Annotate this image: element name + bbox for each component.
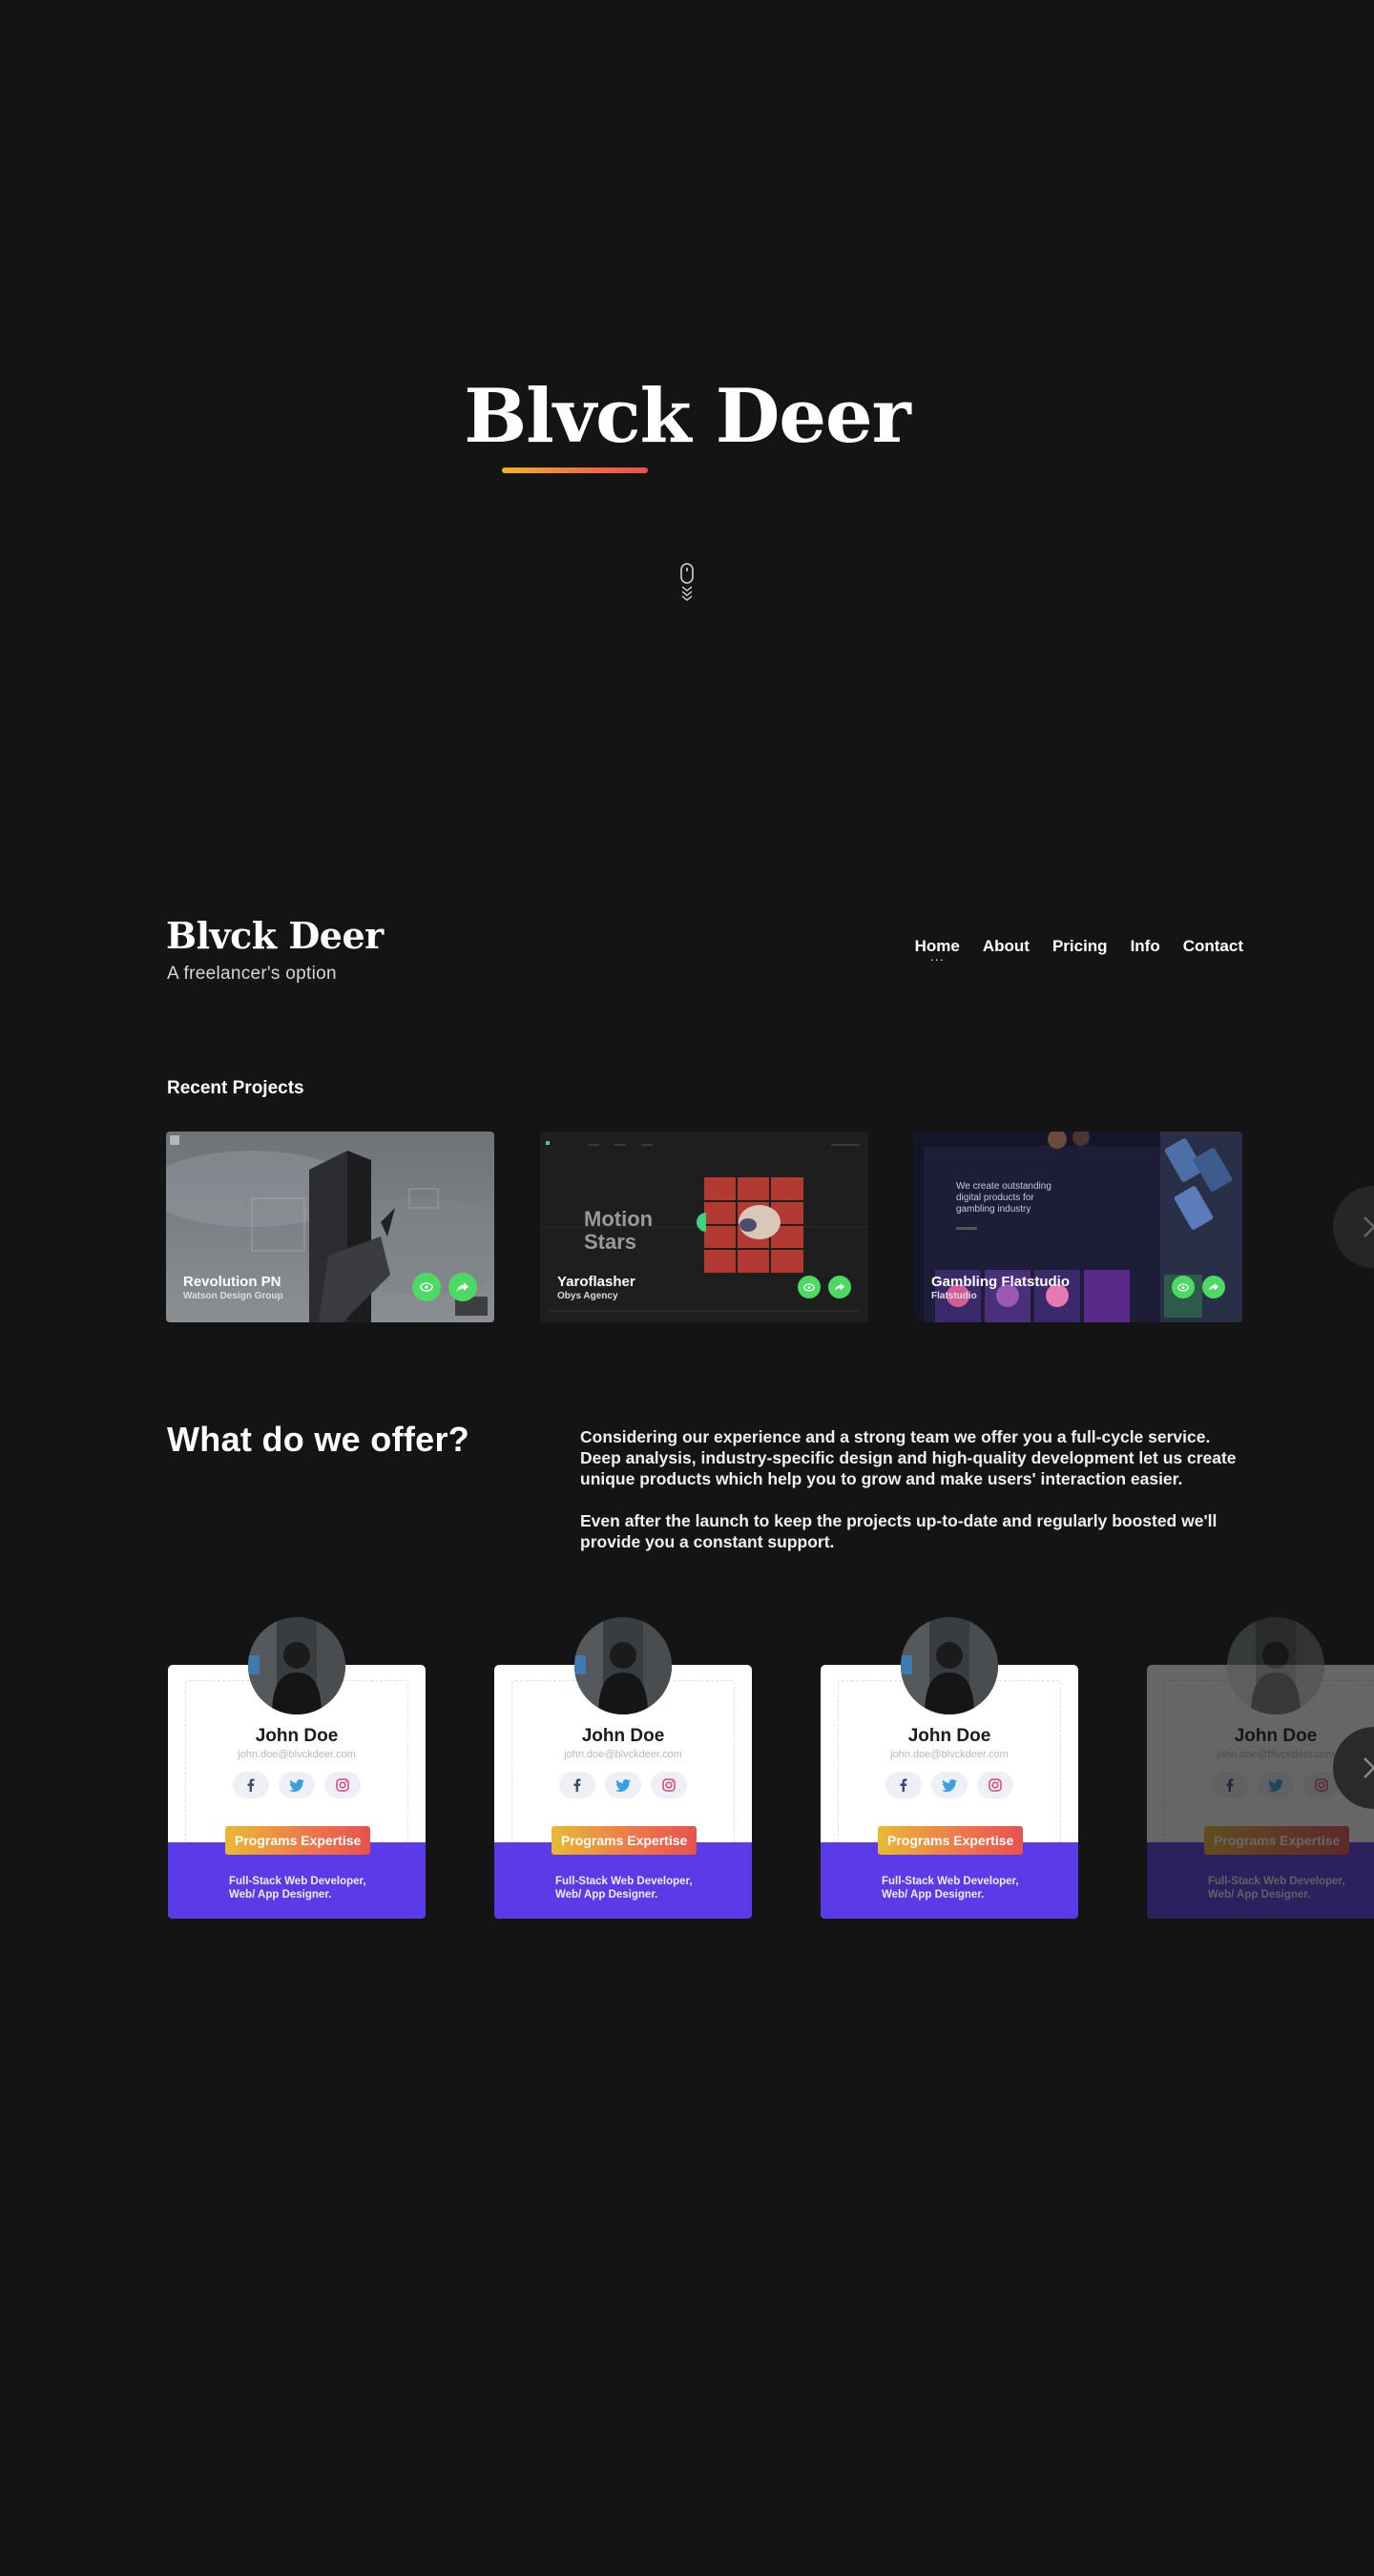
team-email[interactable]: john.doe@blvckdeer.com [168,1749,426,1760]
twitter-icon[interactable] [931,1772,968,1798]
project-client: Obys Agency [557,1291,618,1301]
nav-item-about[interactable]: About [983,937,1030,956]
project-name: Revolution PN [183,1274,281,1290]
instagram-icon[interactable] [324,1772,361,1798]
share-icon[interactable] [448,1273,477,1301]
avatar [901,1617,998,1714]
eye-icon[interactable] [798,1276,821,1298]
facebook-icon[interactable] [1212,1772,1248,1798]
projects-carousel-next-button[interactable] [1333,1186,1374,1268]
share-icon[interactable] [1202,1276,1225,1298]
team-email[interactable]: john.doe@blvckdeer.com [494,1749,752,1760]
expertise-badge[interactable]: Programs Expertise [552,1826,697,1855]
instagram-icon[interactable] [977,1772,1013,1798]
avatar [574,1617,672,1714]
hero-title-underline [502,467,648,473]
expertise-badge[interactable]: Programs Expertise [878,1826,1024,1855]
project-name: Yaroflasher [557,1274,635,1290]
project-card[interactable]: We create outstanding digital products f… [914,1132,1242,1322]
hero-title: Blvck Deer [464,373,911,460]
eye-icon[interactable] [1172,1276,1195,1298]
twitter-icon[interactable] [605,1772,641,1798]
project-card[interactable]: Motion Stars Yaroflasher Obys Agency [540,1132,868,1322]
share-icon[interactable] [828,1276,851,1298]
team-email[interactable]: john.doe@blvckdeer.com [821,1749,1078,1760]
team-role: Full-Stack Web Developer, Web/ App Design… [1208,1876,1345,1901]
offer-paragraph-2: Even after the launch to keep the projec… [580,1511,1218,1551]
facebook-icon[interactable] [559,1772,595,1798]
project-actions [1172,1276,1225,1298]
social-links [821,1772,1078,1798]
team-role: Full-Stack Web Developer, Web/ App Design… [882,1876,1019,1901]
avatar [248,1617,345,1714]
nav-item-contact[interactable]: Contact [1183,937,1243,956]
team-role: Full-Stack Web Developer, Web/ App Design… [229,1876,366,1901]
instagram-icon[interactable] [651,1772,687,1798]
nav-item-info[interactable]: Info [1131,937,1160,956]
avatar [1227,1617,1324,1714]
offer-heading: What do we offer? [167,1420,470,1459]
nav-item-home[interactable]: Home [915,937,960,956]
team-name: John Doe [581,1726,665,1746]
expertise-badge[interactable]: Programs Expertise [225,1826,371,1855]
team-name: John Doe [255,1726,339,1746]
twitter-icon[interactable] [1258,1772,1294,1798]
brand-logo[interactable]: Blvck Deer [166,918,384,954]
project-client: Flatstudio [931,1291,977,1301]
thumb-headline: Motion Stars [584,1207,654,1254]
team-role: Full-Stack Web Developer, Web/ App Design… [555,1876,693,1901]
team-name: John Doe [907,1726,991,1746]
chevron-right-icon [1364,1216,1374,1237]
project-actions [798,1276,851,1298]
mouse-scroll-icon[interactable] [677,563,697,603]
chevron-right-icon [1364,1757,1374,1778]
project-actions [412,1273,477,1301]
social-links [168,1772,426,1798]
expertise-badge[interactable]: Programs Expertise [1204,1826,1350,1855]
project-name: Gambling Flatstudio [931,1274,1070,1290]
social-links [494,1772,752,1798]
facebook-icon[interactable] [233,1772,269,1798]
facebook-icon[interactable] [885,1772,922,1798]
thumb-headline: We create outstanding digital products f… [956,1181,1051,1215]
project-card[interactable]: Revolution PN Watson Design Group [166,1132,494,1322]
recent-projects-heading: Recent Projects [167,1078,304,1098]
main-nav: Home About Pricing Info Contact [915,937,1243,956]
twitter-icon[interactable] [279,1772,315,1798]
brand-tagline: A freelancer's option [167,964,337,984]
project-client: Watson Design Group [183,1291,283,1301]
nav-item-pricing[interactable]: Pricing [1052,937,1108,956]
eye-icon[interactable] [412,1273,441,1301]
offer-paragraph-1: Considering our experience and a strong … [580,1427,1237,1488]
